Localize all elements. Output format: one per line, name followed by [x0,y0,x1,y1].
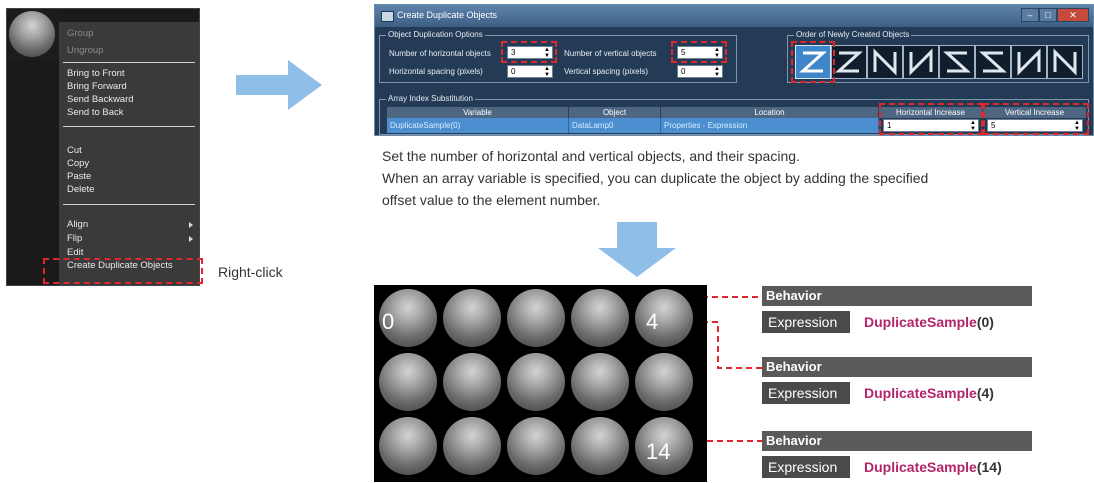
expression-arg: (14) [976,459,1002,475]
highlight-order-z [791,41,835,83]
vertical-spacing-label: Vertical spacing (pixels) [564,67,649,76]
order-option-3[interactable] [867,45,903,79]
lamp-object [379,417,437,475]
expression-arg: (0) [976,314,994,330]
order-option-2[interactable] [831,45,867,79]
lamp-object [571,353,629,411]
order-option-7[interactable] [1011,45,1047,79]
column-header-location[interactable]: Location [661,107,879,118]
spinner-icon[interactable]: ▲ ▼ [544,66,550,78]
lamp-object [507,353,565,411]
arrow-right-icon [236,60,322,110]
behavior-header: Behavior [762,357,1032,377]
cell-location[interactable]: Properties - Expression [661,118,879,133]
lamp-object [635,353,693,411]
spinner-icon[interactable]: ▲ ▼ [714,66,720,78]
expression-value: DuplicateSample(14) [856,456,1032,478]
vertical-spacing-value: 0 [681,67,686,76]
vertical-objects-label: Number of vertical objects [564,49,657,58]
column-header-object[interactable]: Object [569,107,661,118]
lamp-index-4: 4 [646,309,659,334]
description-line-1: Set the number of horizontal and vertica… [382,148,800,164]
arrow-down-icon [598,222,676,277]
expression-label: Expression [762,456,850,478]
vertical-spacing-input[interactable]: 0 ▲ ▼ [677,65,723,78]
lamp-object [571,289,629,347]
highlight-horizontal-objects [501,41,557,63]
lamp-object [443,289,501,347]
description-line-2: When an array variable is specified, you… [382,170,929,186]
order-option-6[interactable] [975,45,1011,79]
expression-value: DuplicateSample(0) [856,311,1032,333]
expression-function: DuplicateSample [864,459,977,475]
lamp-object [507,417,565,475]
horizontal-spacing-value: 0 [511,67,516,76]
create-duplicate-objects-dialog: Create Duplicate Objects – □ ✕ Object Du… [374,4,1094,136]
expression-arg: (4) [976,385,994,401]
dialog-title: Create Duplicate Objects [397,10,498,20]
lamp-object [507,289,565,347]
array-group-title: Array Index Substitution [386,94,475,103]
highlight-horizontal-increase [879,103,983,135]
cell-object[interactable]: DataLamp0 [569,118,661,133]
description-line-3: offset value to the element number. [382,192,601,208]
cell-variable[interactable]: DuplicateSample(0) [387,118,569,133]
app-icon [381,11,394,22]
options-group-title: Object Duplication Options [386,30,485,39]
horizontal-spacing-input[interactable]: 0 ▲ ▼ [507,65,553,78]
maximize-button[interactable]: □ [1039,8,1057,22]
horizontal-spacing-label: Horizontal spacing (pixels) [389,67,483,76]
highlight-vertical-increase [983,103,1089,135]
close-button[interactable]: ✕ [1057,8,1089,22]
duplicated-objects-preview: 0 4 14 [374,285,707,482]
lamp-index-0: 0 [382,309,395,334]
order-option-4[interactable] [903,45,939,79]
expression-value: DuplicateSample(4) [856,382,1032,404]
horizontal-objects-label: Number of horizontal objects [389,49,491,58]
behavior-header: Behavior [762,431,1032,451]
minimize-button[interactable]: – [1021,8,1039,22]
expression-label: Expression [762,382,850,404]
dialog-titlebar: Create Duplicate Objects – □ ✕ [375,5,1093,27]
highlight-vertical-objects [671,41,727,63]
behavior-header: Behavior [762,286,1032,306]
expression-function: DuplicateSample [864,314,977,330]
lamp-object [379,353,437,411]
order-option-5[interactable] [939,45,975,79]
lamp-index-14: 14 [646,439,671,464]
lamp-object [443,417,501,475]
order-group-title: Order of Newly Created Objects [794,30,912,39]
lamp-object [443,353,501,411]
order-option-8[interactable] [1047,45,1083,79]
expression-label: Expression [762,311,850,333]
column-header-variable[interactable]: Variable [387,107,569,118]
lamp-object [635,289,693,347]
expression-function: DuplicateSample [864,385,977,401]
lamp-object [571,417,629,475]
